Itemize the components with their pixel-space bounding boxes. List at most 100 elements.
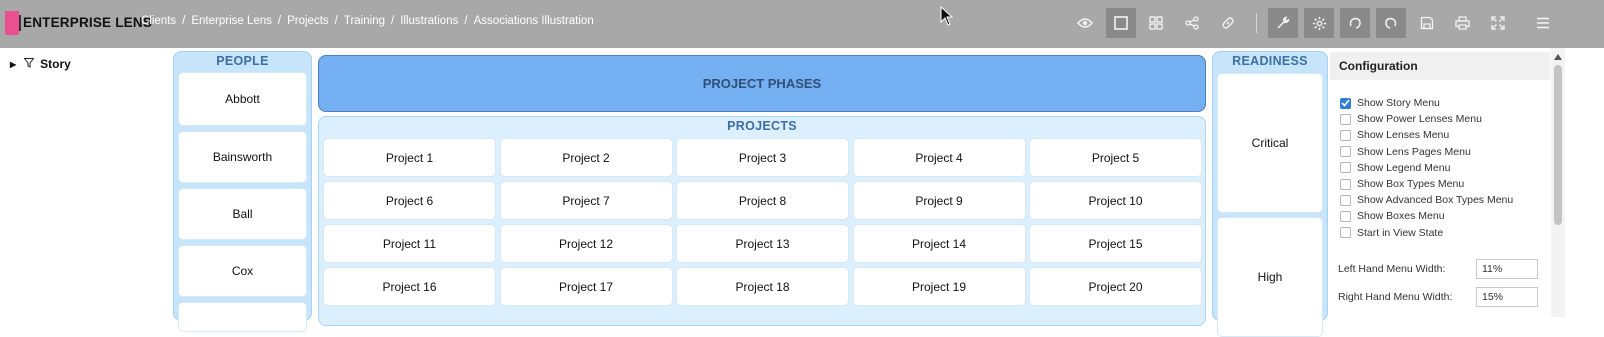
project-box[interactable]: Project 17: [499, 267, 673, 306]
redo-button[interactable]: [1376, 8, 1406, 38]
project-box[interactable]: Project 4: [852, 138, 1026, 177]
config-checkbox[interactable]: [1340, 194, 1351, 206]
share-button[interactable]: [1177, 8, 1207, 38]
config-checkbox[interactable]: [1340, 113, 1351, 125]
filter-icon: [23, 57, 35, 71]
app-logo[interactable]: ENTERPRISE LENS: [5, 11, 152, 35]
breadcrumb-separator: /: [464, 15, 468, 27]
breadcrumb-item[interactable]: Associations Illustration: [474, 15, 594, 27]
project-box[interactable]: Project 19: [852, 267, 1026, 306]
project-box[interactable]: Project 13: [676, 224, 849, 263]
redo-icon: [1384, 16, 1398, 30]
person-box[interactable]: Ball: [178, 188, 307, 240]
config-checkbox[interactable]: [1340, 129, 1351, 141]
right-menu-width-row: Right Hand Menu Width:: [1338, 287, 1538, 307]
config-option-label: Show Power Lenses Menu: [1357, 113, 1482, 126]
share-icon: [1185, 16, 1199, 30]
project-box[interactable]: Project 16: [323, 267, 496, 306]
config-option[interactable]: Start in View State: [1340, 227, 1443, 239]
undo-icon: [1348, 16, 1362, 30]
breadcrumb-separator: /: [390, 15, 395, 27]
project-phases-box[interactable]: PROJECT PHASES: [318, 55, 1206, 112]
project-box[interactable]: Project 14: [852, 224, 1026, 263]
project-box[interactable]: Project 20: [1029, 267, 1202, 306]
undo-button[interactable]: [1340, 8, 1370, 38]
project-box[interactable]: Project 9: [852, 181, 1026, 220]
config-option-label: Show Lens Pages Menu: [1357, 145, 1471, 158]
project-box[interactable]: Project 8: [676, 181, 849, 220]
config-option[interactable]: Show Advanced Box Types Menu: [1340, 194, 1513, 206]
save-button[interactable]: [1412, 8, 1442, 38]
project-box[interactable]: Project 18: [676, 267, 849, 306]
config-checkbox[interactable]: [1340, 178, 1351, 190]
left-menu-width-label: Left Hand Menu Width:: [1338, 263, 1446, 275]
view-button[interactable]: [1070, 8, 1100, 38]
config-checkbox[interactable]: [1340, 162, 1351, 174]
config-option[interactable]: Show Power Lenses Menu: [1340, 113, 1482, 125]
save-icon: [1420, 16, 1434, 30]
config-option-label: Start in View State: [1357, 226, 1444, 239]
breadcrumb-separator: /: [182, 15, 186, 27]
person-box[interactable]: Bainsworth: [178, 131, 307, 183]
config-option[interactable]: Show Box Types Menu: [1340, 178, 1464, 190]
config-checkbox[interactable]: [1340, 210, 1351, 222]
readiness-box[interactable]: High: [1217, 217, 1323, 337]
left-menu-width-input[interactable]: [1476, 259, 1538, 279]
breadcrumb-item[interactable]: Clients: [141, 15, 176, 27]
project-box[interactable]: Project 15: [1029, 224, 1202, 263]
fullscreen-button[interactable]: [1483, 8, 1513, 38]
link-button[interactable]: [1213, 8, 1243, 38]
project-box[interactable]: Project 10: [1029, 181, 1202, 220]
right-menu-width-input[interactable]: [1476, 287, 1538, 307]
tools-button[interactable]: [1268, 8, 1298, 38]
breadcrumb-item[interactable]: Enterprise Lens: [191, 15, 272, 27]
grid-icon: [1149, 16, 1163, 30]
scroll-up-arrow-icon[interactable]: [1554, 54, 1562, 60]
project-box[interactable]: Project 7: [499, 181, 673, 220]
breadcrumb-item[interactable]: Training: [344, 15, 385, 27]
logo-text: ENTERPRISE LENS: [19, 15, 152, 31]
readiness-panel-title: READINESS: [1232, 54, 1308, 68]
right-menu-width-label: Right Hand Menu Width:: [1338, 291, 1453, 303]
project-box[interactable]: Project 12: [499, 224, 673, 263]
person-box[interactable]: Abbott: [178, 72, 307, 126]
gear-icon: [1312, 16, 1327, 31]
config-checkbox[interactable]: [1340, 227, 1351, 239]
single-view-button[interactable]: [1106, 8, 1136, 38]
main-menu-button[interactable]: [1528, 8, 1558, 38]
breadcrumb-item[interactable]: Projects: [287, 15, 329, 27]
config-option[interactable]: Show Story Menu: [1340, 97, 1440, 109]
project-box[interactable]: Project 3: [676, 138, 849, 177]
people-panel-title: PEOPLE: [216, 54, 269, 68]
projects-panel: PROJECTS Project 1 Project 2 Project 3 Proj…: [318, 116, 1206, 326]
config-option-label: Show Story Menu: [1357, 97, 1440, 109]
scrollbar-thumb[interactable]: [1554, 65, 1562, 225]
config-option[interactable]: Show Boxes Menu: [1340, 210, 1445, 222]
grid-view-button[interactable]: [1141, 8, 1171, 38]
project-box[interactable]: Project 6: [323, 181, 496, 220]
config-checkbox[interactable]: [1340, 97, 1351, 109]
breadcrumb-item[interactable]: Illustrations: [400, 15, 458, 27]
settings-button[interactable]: [1304, 8, 1334, 38]
square-icon: [1114, 16, 1128, 30]
config-option[interactable]: Show Legend Menu: [1340, 162, 1450, 174]
person-box[interactable]: [178, 302, 307, 332]
toolbar-divider: [1256, 13, 1257, 33]
project-box[interactable]: Project 5: [1029, 138, 1202, 177]
print-icon: [1454, 16, 1470, 30]
config-option[interactable]: Show Lens Pages Menu: [1340, 146, 1471, 158]
print-button[interactable]: [1447, 8, 1477, 38]
readiness-box[interactable]: Critical: [1217, 73, 1323, 213]
caret-right-icon[interactable]: ▶: [10, 60, 16, 69]
mouse-cursor-icon: [940, 5, 954, 31]
story-tree-node[interactable]: ▶ Story: [10, 57, 71, 71]
config-checkbox[interactable]: [1340, 146, 1351, 158]
person-box[interactable]: Cox: [178, 245, 307, 297]
top-bar: ENTERPRISE LENS Clients / Enterprise Lens…: [0, 0, 1604, 48]
project-box[interactable]: Project 2: [499, 138, 673, 177]
project-box[interactable]: Project 1: [323, 138, 496, 177]
scrollbar[interactable]: [1551, 48, 1565, 317]
config-option[interactable]: Show Lenses Menu: [1340, 129, 1449, 141]
project-box[interactable]: Project 11: [323, 224, 496, 263]
breadcrumb-separator: /: [334, 15, 338, 27]
